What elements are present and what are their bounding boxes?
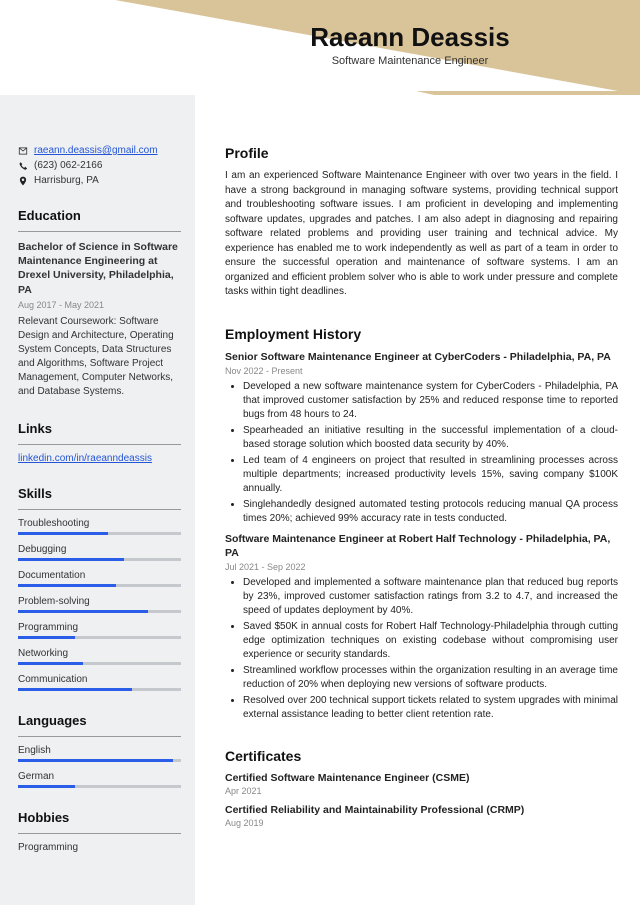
person-name: Raeann Deassis [180, 22, 640, 53]
skill-item: Communication [18, 674, 181, 691]
job-bullet: Singlehandedly designed automated testin… [243, 498, 618, 526]
job-bullet: Spearheaded an initiative resulting in t… [243, 424, 618, 452]
location-text: Harrisburg, PA [34, 175, 99, 186]
skill-label: Troubleshooting [18, 518, 181, 529]
job-dates: Jul 2021 - Sep 2022 [225, 562, 618, 572]
education-dates: Aug 2017 - May 2021 [18, 300, 181, 310]
skill-item: Debugging [18, 544, 181, 561]
language-fill [18, 759, 173, 762]
links-heading: Links [18, 421, 181, 436]
education-degree: Bachelor of Science in Software Maintena… [18, 240, 181, 297]
job-bullet: Developed and implemented a software mai… [243, 576, 618, 618]
cert-date: Apr 2021 [225, 786, 618, 796]
profile-body: I am an experienced Software Maintenance… [225, 169, 618, 300]
sidebar: raeann.deassis@gmail.com (623) 062-2166 … [0, 95, 195, 905]
job-entry: Senior Software Maintenance Engineer at … [225, 350, 618, 526]
job-bullets: Developed and implemented a software mai… [225, 576, 618, 722]
languages-heading: Languages [18, 713, 181, 728]
skill-item: Networking [18, 648, 181, 665]
location-icon [18, 176, 28, 186]
skill-bar [18, 610, 181, 613]
skill-label: Networking [18, 648, 181, 659]
hobbies-heading: Hobbies [18, 810, 181, 825]
skill-fill [18, 558, 124, 561]
skill-item: Problem-solving [18, 596, 181, 613]
skill-item: Troubleshooting [18, 518, 181, 535]
job-title: Senior Software Maintenance Engineer at … [225, 350, 618, 364]
email-icon [18, 146, 28, 156]
skill-fill [18, 688, 132, 691]
certificates-heading: Certificates [225, 748, 618, 764]
job-bullet: Streamlined workflow processes within th… [243, 664, 618, 692]
skill-bar [18, 636, 181, 639]
job-bullet: Resolved over 200 technical support tick… [243, 694, 618, 722]
skill-bar [18, 558, 181, 561]
hobby-item: Programming [18, 842, 181, 853]
skill-bar [18, 688, 181, 691]
employment-heading: Employment History [225, 326, 618, 342]
skill-fill [18, 636, 75, 639]
skill-label: Documentation [18, 570, 181, 581]
skill-fill [18, 610, 148, 613]
divider [18, 736, 181, 737]
linkedin-link[interactable]: linkedin.com/in/raeanndeassis [18, 453, 152, 464]
language-fill [18, 785, 75, 788]
education-heading: Education [18, 208, 181, 223]
job-bullet: Developed a new software maintenance sys… [243, 380, 618, 422]
language-label: English [18, 745, 181, 756]
main-content: Profile I am an experienced Software Mai… [195, 95, 640, 905]
skill-bar [18, 662, 181, 665]
education-body: Relevant Coursework: Software Design and… [18, 315, 181, 399]
job-bullets: Developed a new software maintenance sys… [225, 380, 618, 526]
language-label: German [18, 771, 181, 782]
cert-title: Certified Software Maintenance Engineer … [225, 772, 618, 784]
job-bullet: Saved $50K in annual costs for Robert Ha… [243, 620, 618, 662]
cert-date: Aug 2019 [225, 818, 618, 828]
person-title: Software Maintenance Engineer [180, 55, 640, 67]
profile-heading: Profile [225, 145, 618, 161]
job-title: Software Maintenance Engineer at Robert … [225, 532, 618, 560]
skill-fill [18, 662, 83, 665]
skill-bar [18, 584, 181, 587]
job-entry: Software Maintenance Engineer at Robert … [225, 532, 618, 722]
contact-phone-row: (623) 062-2166 [18, 160, 181, 171]
divider [18, 231, 181, 232]
contact-location-row: Harrisburg, PA [18, 175, 181, 186]
job-bullet: Led team of 4 engineers on project that … [243, 454, 618, 496]
skill-label: Debugging [18, 544, 181, 555]
email-link[interactable]: raeann.deassis@gmail.com [34, 145, 158, 156]
phone-icon [18, 161, 28, 171]
skill-item: Programming [18, 622, 181, 639]
skills-heading: Skills [18, 486, 181, 501]
language-bar [18, 785, 181, 788]
language-item: English [18, 745, 181, 762]
cert-title: Certified Reliability and Maintainabilit… [225, 804, 618, 816]
divider [18, 833, 181, 834]
language-item: German [18, 771, 181, 788]
header: Raeann Deassis Software Maintenance Engi… [0, 0, 640, 95]
skill-fill [18, 532, 108, 535]
skill-label: Programming [18, 622, 181, 633]
skill-label: Problem-solving [18, 596, 181, 607]
contact-email-row: raeann.deassis@gmail.com [18, 145, 181, 156]
skill-fill [18, 584, 116, 587]
job-dates: Nov 2022 - Present [225, 366, 618, 376]
phone-text: (623) 062-2166 [34, 160, 102, 171]
divider [18, 509, 181, 510]
skill-bar [18, 532, 181, 535]
divider [18, 444, 181, 445]
skill-label: Communication [18, 674, 181, 685]
skill-item: Documentation [18, 570, 181, 587]
language-bar [18, 759, 181, 762]
